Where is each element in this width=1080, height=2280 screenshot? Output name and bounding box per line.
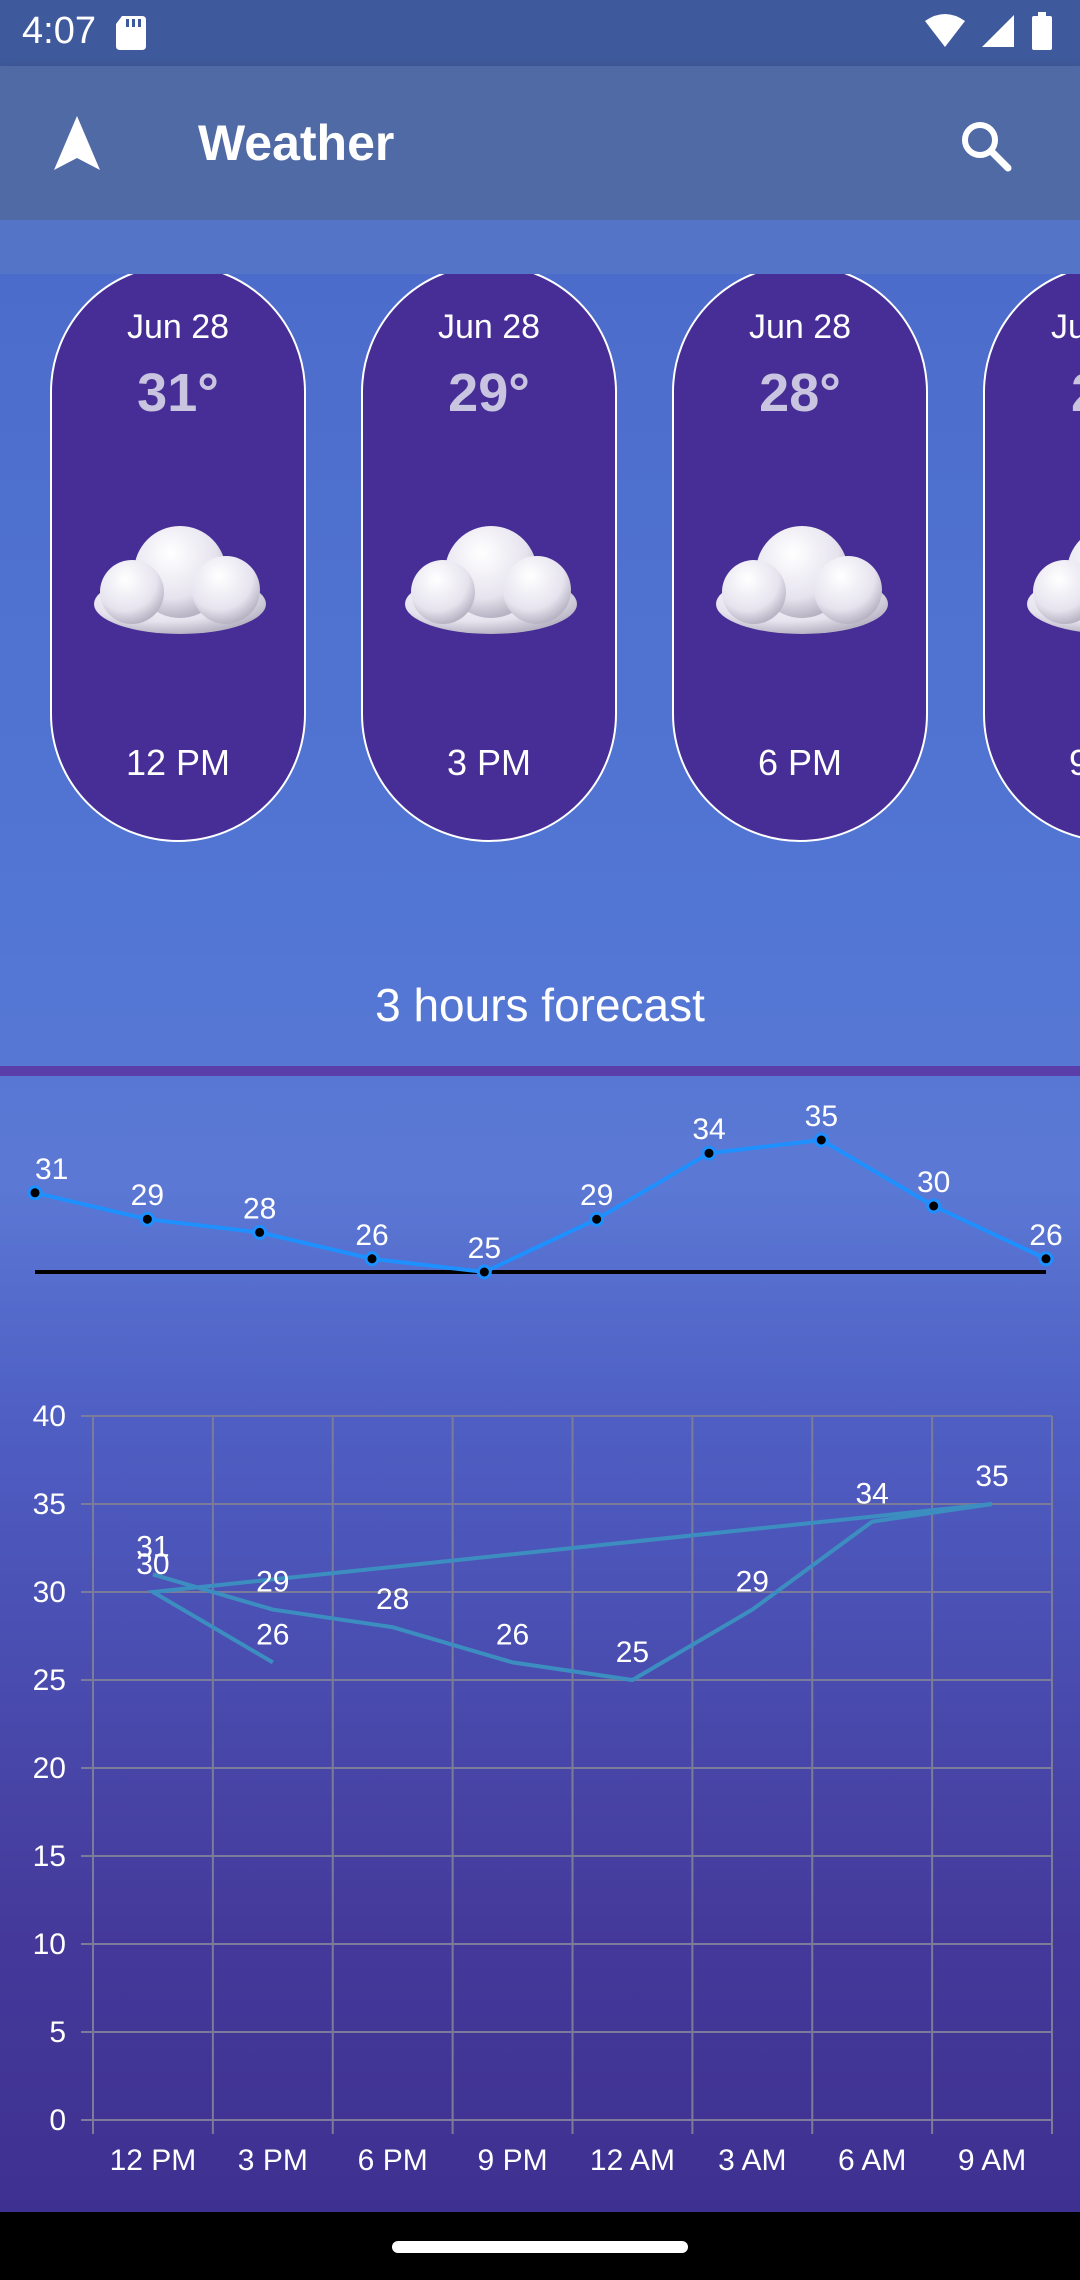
data-label: 29	[736, 1566, 769, 1599]
temperature-grid-chart: 40 35 30 25 20 15 10 5 0 12 PM 3 PM 6 PM 9 PM 12 AM 3 …	[33, 1400, 1053, 2177]
data-label: 25	[468, 1232, 501, 1265]
x-tick-label: 6 PM	[358, 2144, 428, 2177]
cloud-icon	[94, 526, 266, 634]
data-point	[476, 1264, 492, 1280]
home-gesture-pill[interactable]	[392, 2241, 688, 2253]
data-label: 28	[376, 1583, 409, 1616]
card-temperature: 31°	[137, 363, 219, 423]
data-point	[589, 1211, 605, 1227]
data-label: 26	[256, 1618, 289, 1651]
header-strip	[0, 220, 1080, 274]
x-tick-label: 6 AM	[838, 2144, 906, 2177]
app-bar: Weather	[0, 66, 1080, 220]
data-point	[813, 1132, 829, 1148]
y-tick-label: 35	[33, 1488, 66, 1521]
card-date: Ju	[1051, 308, 1080, 346]
data-label: 34	[856, 1478, 889, 1511]
card-time: 6 PM	[757, 742, 843, 783]
app-title: Weather	[198, 115, 395, 171]
wifi-icon	[925, 14, 965, 47]
x-tick-label: 12 AM	[590, 2144, 675, 2177]
signal-icon	[982, 15, 1014, 47]
temperature-line-chart: 31 29 28 26 25 29 34 35 30 26	[27, 1100, 1063, 1280]
x-tick-label: 12 PM	[110, 2144, 197, 2177]
y-tick-label: 0	[49, 2104, 66, 2137]
forecast-title: 3 hours forecast	[375, 979, 705, 1031]
data-label: 31	[35, 1153, 68, 1186]
data-label: 34	[692, 1113, 725, 1146]
data-point	[27, 1185, 43, 1201]
data-point	[1038, 1251, 1054, 1267]
y-tick-label: 15	[33, 1840, 66, 1873]
temperature-line	[34, 1137, 1047, 1275]
y-tick-label: 30	[33, 1576, 66, 1609]
data-label: 26	[1029, 1219, 1062, 1252]
data-label: 28	[243, 1192, 276, 1225]
data-label: 35	[975, 1460, 1008, 1493]
card-date: Jun 28	[437, 308, 541, 346]
y-tick-label: 5	[49, 2016, 66, 2049]
hour-card[interactable]: Jun 28 29° 3 PM	[361, 274, 617, 842]
card-temperature: 28°	[759, 363, 841, 423]
card-date: Jun 28	[748, 308, 852, 346]
data-label: 29	[580, 1179, 613, 1212]
status-time: 4:07	[22, 10, 96, 52]
data-label: 26	[355, 1219, 388, 1252]
data-point	[252, 1224, 268, 1240]
section-divider	[0, 1066, 1080, 1076]
data-point	[926, 1198, 942, 1214]
battery-icon	[1032, 12, 1052, 50]
data-label: 25	[616, 1636, 649, 1669]
card-time: 12 PM	[125, 742, 231, 783]
data-label: 30	[917, 1166, 950, 1199]
data-label: 35	[805, 1100, 838, 1133]
data-label: 29	[131, 1179, 164, 1212]
y-tick-label: 10	[33, 1928, 66, 1961]
y-tick-label: 40	[33, 1400, 66, 1433]
data-point	[364, 1251, 380, 1267]
data-point	[701, 1145, 717, 1161]
x-tick-label: 3 PM	[238, 2144, 308, 2177]
sd-card-icon	[116, 16, 146, 50]
status-bar: 4:07	[0, 0, 1080, 66]
y-tick-label: 25	[33, 1664, 66, 1697]
card-temperature: 2	[985, 362, 1080, 424]
cloud-icon	[1027, 539, 1080, 632]
hour-card[interactable]: Jun 28 28° 6 PM	[672, 274, 928, 842]
x-tick-label: 9 AM	[958, 2144, 1026, 2177]
data-label: 30	[136, 1548, 169, 1581]
y-tick-label: 20	[33, 1752, 66, 1785]
search-icon[interactable]	[956, 116, 1016, 176]
navigation-arrow-icon[interactable]	[50, 114, 104, 172]
hourly-cards-list[interactable]: Jun 28 31° 12 PM Jun 28 29° 3 PM Jun 28 …	[0, 274, 1080, 874]
card-time: 3 PM	[446, 742, 532, 783]
x-tick-label: 3 AM	[718, 2144, 786, 2177]
data-label: 29	[256, 1566, 289, 1599]
data-label: 26	[496, 1618, 529, 1651]
cloud-icon	[405, 526, 577, 634]
x-tick-label: 9 PM	[478, 2144, 548, 2177]
card-date: Jun 28	[126, 308, 230, 346]
card-temperature: 29°	[448, 363, 530, 423]
hour-card[interactable]: Jun 28 31° 12 PM	[50, 274, 306, 842]
card-time: 9	[1069, 742, 1080, 783]
cloud-icon	[716, 526, 888, 634]
data-point	[139, 1211, 155, 1227]
hour-card[interactable]: Ju 2 9	[983, 274, 1080, 842]
